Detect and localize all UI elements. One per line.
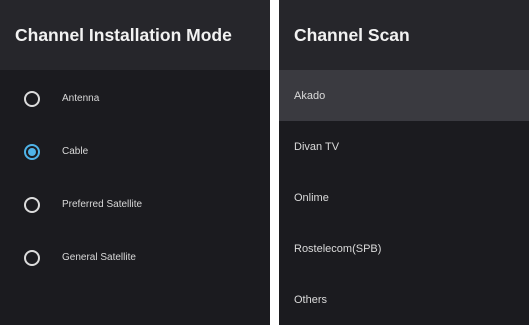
- radio-button[interactable]: [24, 249, 40, 266]
- mode-option-label: Cable: [62, 146, 89, 157]
- panel-header: Channel Scan: [279, 0, 529, 70]
- operator-item-rostelecom-spb[interactable]: Rostelecom(SPB): [279, 223, 529, 274]
- operator-item-onlime[interactable]: Onlime: [279, 172, 529, 223]
- mode-option-cable[interactable]: Cable: [0, 125, 270, 178]
- mode-option-preferred-satellite[interactable]: Preferred Satellite: [0, 178, 270, 231]
- mode-option-label: Preferred Satellite: [62, 199, 143, 210]
- mode-option-label: General Satellite: [62, 252, 136, 263]
- operator-list: Akado Divan TV Onlime Rostelecom(SPB) Ot…: [279, 70, 529, 325]
- operator-item-akado[interactable]: Akado: [279, 70, 529, 121]
- installation-mode-list: Antenna Cable Preferred Satellite Genera…: [0, 72, 270, 284]
- channel-installation-mode-panel: Channel Installation Mode Antenna Cable …: [0, 0, 270, 325]
- channel-scan-panel: Channel Scan Akado Divan TV Onlime Roste…: [279, 0, 529, 325]
- mode-option-label: Antenna: [62, 93, 100, 104]
- radio-button[interactable]: [24, 90, 40, 107]
- radio-button-selected[interactable]: [24, 143, 40, 160]
- operator-item-others[interactable]: Others: [279, 274, 529, 325]
- radio-button[interactable]: [24, 196, 40, 213]
- mode-option-general-satellite[interactable]: General Satellite: [0, 231, 270, 284]
- panel-title: Channel Scan: [294, 24, 410, 45]
- operator-item-divan-tv[interactable]: Divan TV: [279, 121, 529, 172]
- panel-header: Channel Installation Mode: [0, 0, 270, 70]
- mode-option-antenna[interactable]: Antenna: [0, 72, 270, 125]
- panel-title: Channel Installation Mode: [15, 24, 232, 45]
